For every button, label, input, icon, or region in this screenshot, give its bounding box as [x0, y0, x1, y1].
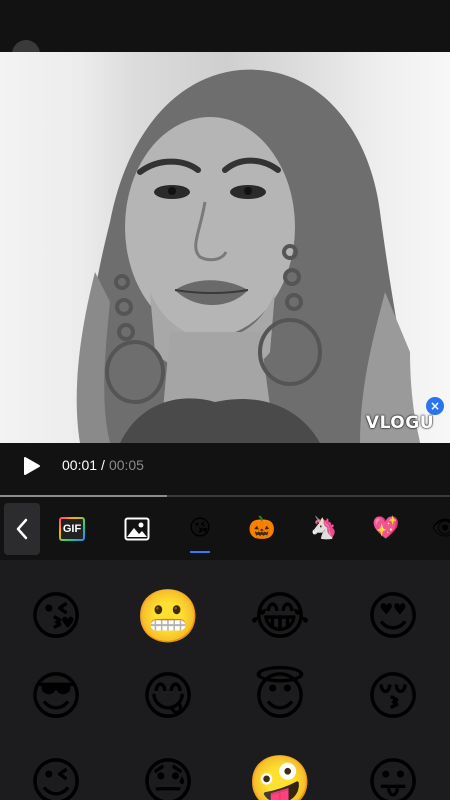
time-readout: 00:01/00:05 [62, 457, 144, 473]
video-preview[interactable]: × VLOGU [0, 52, 450, 443]
emoji-savoring-food[interactable]: 😋 [112, 652, 224, 742]
back-button[interactable] [4, 503, 40, 555]
emoji-grimacing[interactable]: 😬 [112, 572, 224, 662]
tab-halloween[interactable]: 🎃 [242, 507, 282, 551]
tab-heart[interactable]: 💖 [366, 507, 406, 551]
tab-more[interactable]: 👁 [425, 507, 450, 551]
emoji-tears-of-joy[interactable]: 😂 [224, 572, 336, 662]
image-icon [124, 517, 150, 541]
rainbow-heart-icon: 💖 [372, 516, 400, 541]
emoji-zany[interactable]: 🤪 [224, 738, 336, 800]
total-time: 00:05 [108, 457, 144, 473]
player-bar: 00:01/00:05 [0, 443, 450, 495]
play-icon[interactable] [20, 455, 42, 477]
selected-tab-indicator [190, 551, 210, 553]
tab-gif[interactable]: GIF [52, 507, 92, 551]
gif-icon: GIF [59, 517, 85, 541]
sticker-tab-bar: GIF 😘 🎃 🦄 💖 👁 [0, 497, 450, 560]
emoji-halo[interactable]: 😇 [224, 652, 336, 742]
emoji-winking[interactable]: 😉 [0, 738, 112, 800]
watermark-label: VLOGU [365, 413, 434, 433]
top-bar [0, 0, 450, 68]
tab-image[interactable] [117, 507, 157, 551]
emoji-heart-eyes[interactable]: 😍 [337, 572, 449, 662]
tab-unicorn[interactable]: 🦄 [304, 507, 344, 551]
emoji-grid: 😘 😬 😂 😍 😎 😋 😇 😚 😉 😓 🤪 😛 [0, 560, 450, 800]
emoji-sunglasses[interactable]: 😎 [0, 652, 112, 742]
emoji-kissing-closed-eyes[interactable]: 😚 [337, 652, 449, 742]
unicorn-icon: 🦄 [310, 516, 338, 541]
emoji-downcast-sweat[interactable]: 😓 [112, 738, 224, 800]
emoji-kissing-winking[interactable]: 😘 [0, 572, 112, 662]
current-time: 00:01 [62, 457, 98, 473]
eye-icon: 👁 [431, 516, 450, 541]
pumpkin-icon: 🎃 [248, 516, 276, 541]
time-separator: / [101, 457, 105, 473]
chevron-left-icon [16, 518, 28, 540]
portrait-photo [76, 69, 420, 443]
emoji-tongue-out[interactable]: 😛 [337, 738, 449, 800]
tab-emoji[interactable]: 😘 [180, 507, 220, 553]
kissing-face-icon: 😘 [188, 516, 212, 541]
